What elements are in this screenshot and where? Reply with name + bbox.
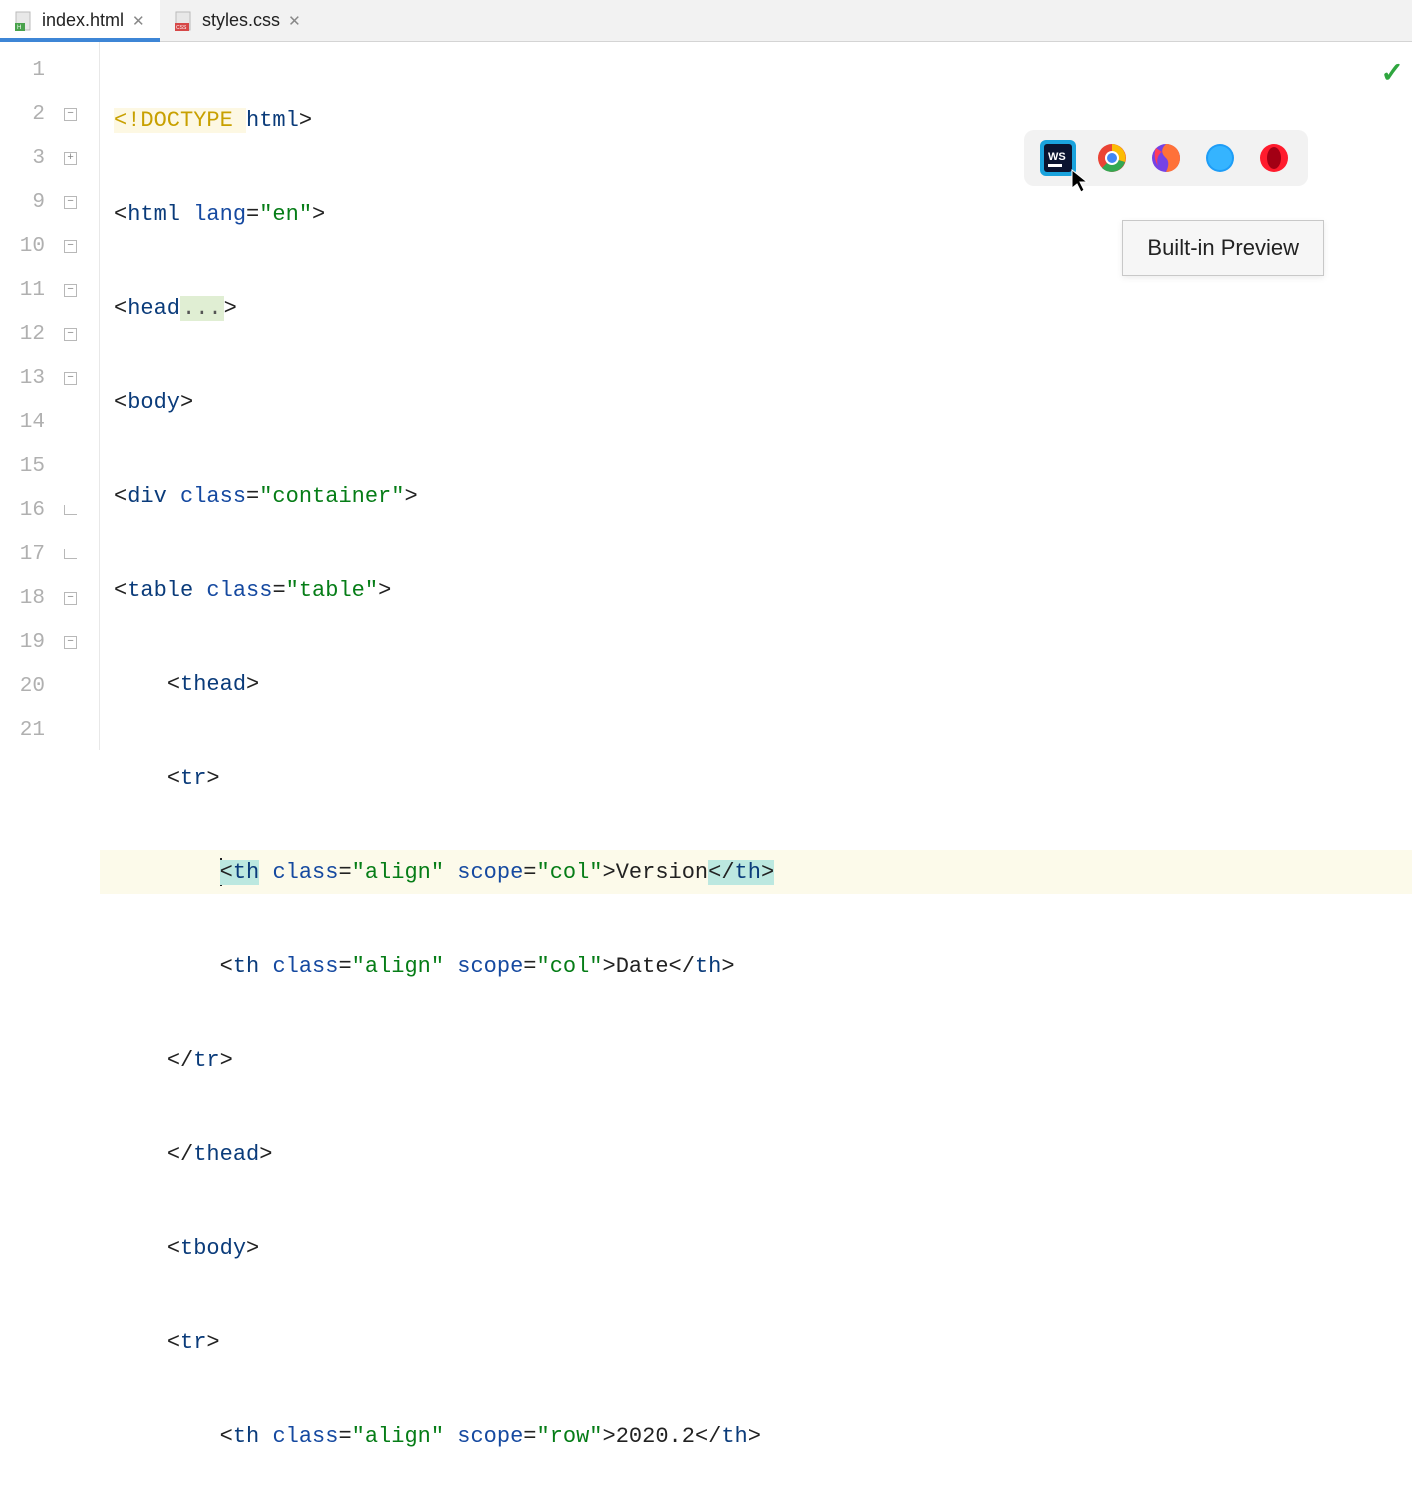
line-number: 12 <box>20 323 45 346</box>
folded-region[interactable]: ... <box>180 296 224 321</box>
tab-styles-css[interactable]: CSS styles.css ✕ <box>160 0 316 41</box>
tab-label: styles.css <box>202 10 280 31</box>
fold-icon[interactable] <box>64 108 77 121</box>
line-number: 15 <box>20 455 45 478</box>
line-number: 21 <box>20 719 45 742</box>
css-file-icon: CSS <box>174 11 194 31</box>
line-number: 13 <box>20 367 45 390</box>
chrome-icon[interactable] <box>1094 140 1130 176</box>
safari-icon[interactable] <box>1202 140 1238 176</box>
line-number: 17 <box>20 543 45 566</box>
line-number: 16 <box>20 499 45 522</box>
mouse-cursor-icon <box>1070 168 1090 194</box>
fold-icon[interactable] <box>64 152 77 165</box>
line-gutter: 1 2 3 9 10 11 12 13 14 15 16 17 18 19 20… <box>0 42 100 750</box>
line-number: 14 <box>20 411 45 434</box>
browser-preview-bar: WS <box>1024 130 1308 186</box>
current-line: <th class="align" scope="col">Version</t… <box>100 850 1412 894</box>
fold-icon[interactable] <box>64 592 77 605</box>
line-number: 19 <box>20 631 45 654</box>
opera-icon[interactable] <box>1256 140 1292 176</box>
tooltip: Built-in Preview <box>1122 220 1324 276</box>
svg-text:WS: WS <box>1048 151 1066 163</box>
close-icon[interactable]: ✕ <box>132 14 146 28</box>
line-number: 3 <box>32 147 45 170</box>
tab-bar: H index.html ✕ CSS styles.css ✕ <box>0 0 1412 42</box>
svg-text:CSS: CSS <box>176 25 187 31</box>
line-number: 9 <box>32 191 45 214</box>
fold-icon[interactable] <box>64 284 77 297</box>
firefox-icon[interactable] <box>1148 140 1184 176</box>
line-number: 2 <box>32 103 45 126</box>
tab-index-html[interactable]: H index.html ✕ <box>0 0 160 41</box>
close-icon[interactable]: ✕ <box>288 14 302 28</box>
line-number: 20 <box>20 675 45 698</box>
fold-icon[interactable] <box>64 196 77 209</box>
fold-icon[interactable] <box>64 372 77 385</box>
fold-end-icon <box>64 505 77 515</box>
line-number: 18 <box>20 587 45 610</box>
tooltip-text: Built-in Preview <box>1147 235 1299 260</box>
fold-icon[interactable] <box>64 240 77 253</box>
line-number: 10 <box>20 235 45 258</box>
svg-text:H: H <box>17 25 21 31</box>
fold-end-icon <box>64 549 77 559</box>
html-file-icon: H <box>14 11 34 31</box>
fold-icon[interactable] <box>64 328 77 341</box>
line-number: 11 <box>20 279 45 302</box>
line-number: 1 <box>32 59 45 82</box>
inspection-ok-icon[interactable]: ✓ <box>1381 56 1404 89</box>
fold-icon[interactable] <box>64 636 77 649</box>
tab-label: index.html <box>42 10 124 31</box>
